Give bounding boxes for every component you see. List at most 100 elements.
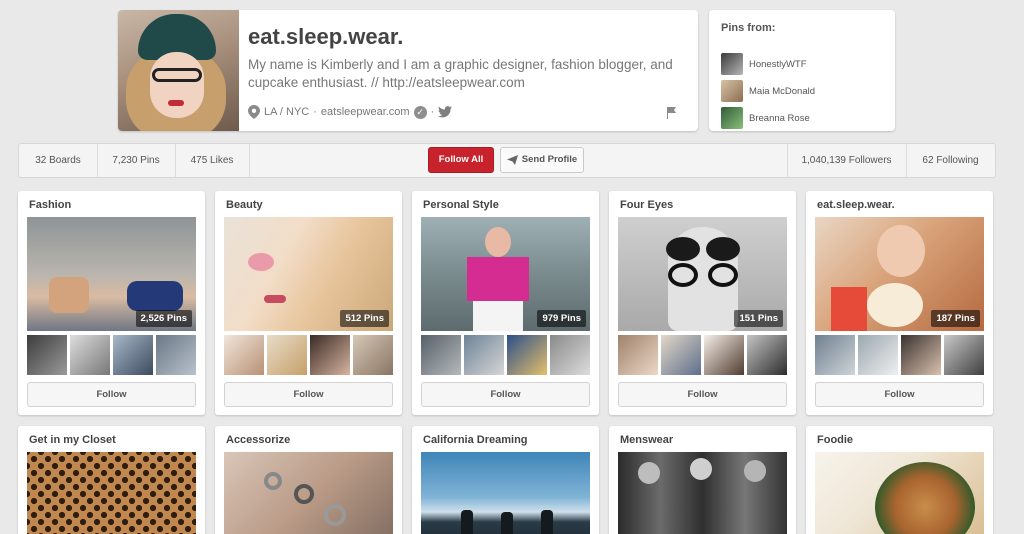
board-card[interactable]: Accessorize: [215, 426, 402, 534]
profile-meta: LA / NYC · eatsleepwear.com ✓ ·: [248, 105, 453, 119]
follow-all-button[interactable]: Follow All: [428, 147, 494, 173]
board-title: Accessorize: [226, 434, 291, 446]
board-cover-image[interactable]: [224, 452, 393, 534]
person-head: [690, 458, 712, 480]
board-title: Foodie: [817, 434, 854, 446]
board-thumbnail: [901, 335, 941, 375]
board-thumbnails: [815, 335, 984, 375]
stat-boards[interactable]: 32 Boards: [19, 144, 97, 177]
board-cover-image[interactable]: 2,526 Pins: [27, 217, 196, 331]
board-card[interactable]: California Dreaming: [412, 426, 599, 534]
board-card[interactable]: eat.sleep.wear. 187 Pins Follow: [806, 191, 993, 415]
meta-separator: ·: [313, 106, 317, 118]
glasses-frame: [668, 263, 698, 287]
board-thumbnails: [618, 335, 787, 375]
board-follow-button[interactable]: Follow: [421, 382, 590, 407]
board-follow-button[interactable]: Follow: [224, 382, 393, 407]
avatar: [721, 107, 743, 129]
person-head: [638, 462, 660, 484]
shoe-shape: [127, 281, 183, 311]
board-card[interactable]: Fashion 2,526 Pins Follow: [18, 191, 205, 415]
board-cover-image[interactable]: [815, 452, 984, 534]
board-title: Personal Style: [423, 199, 499, 211]
stat-followers[interactable]: 1,040,139 Followers: [787, 144, 906, 177]
board-card[interactable]: Menswear: [609, 426, 796, 534]
board-follow-button[interactable]: Follow: [27, 382, 196, 407]
board-thumbnail: [353, 335, 393, 375]
board-pin-count: 512 Pins: [340, 310, 389, 327]
pins-from-item[interactable]: Breanna Rose: [721, 107, 810, 129]
pins-from-name: HonestlyWTF: [749, 58, 807, 70]
board-cover-image[interactable]: [618, 452, 787, 534]
board-thumbnail: [70, 335, 110, 375]
board-thumbnails: [421, 335, 590, 375]
board-thumbnail: [550, 335, 590, 375]
board-thumbnail: [507, 335, 547, 375]
pins-from-item[interactable]: Maia McDonald: [721, 80, 815, 102]
board-cover-image[interactable]: 979 Pins: [421, 217, 590, 331]
surfer-silhouette: [501, 512, 513, 534]
pins-from-name: Maia McDonald: [749, 85, 815, 97]
surfer-silhouette: [461, 510, 473, 534]
profile-avatar[interactable]: [118, 10, 239, 131]
pins-from-item[interactable]: HonestlyWTF: [721, 53, 807, 75]
board-thumbnail: [944, 335, 984, 375]
board-cover-image[interactable]: 151 Pins: [618, 217, 787, 331]
stat-pins[interactable]: 7,230 Pins: [97, 144, 175, 177]
board-card[interactable]: Foodie: [806, 426, 993, 534]
ruffle-shape: [867, 283, 923, 327]
board-title: Four Eyes: [620, 199, 674, 211]
board-pin-count: 151 Pins: [734, 310, 783, 327]
board-title: Get in my Closet: [29, 434, 116, 446]
avatar-lips: [168, 100, 184, 106]
board-title: Menswear: [620, 434, 674, 446]
flip-lens-shape: [666, 237, 700, 261]
board-cover-image[interactable]: 187 Pins: [815, 217, 984, 331]
lips-shape: [264, 295, 286, 303]
twitter-icon[interactable]: [438, 106, 453, 118]
board-cover-image[interactable]: [27, 452, 196, 534]
board-cover-image[interactable]: 512 Pins: [224, 217, 393, 331]
board-thumbnail: [464, 335, 504, 375]
profile-card: eat.sleep.wear. My name is Kimberly and …: [118, 10, 698, 131]
ring-shape: [294, 484, 314, 504]
board-pin-count: 187 Pins: [931, 310, 980, 327]
board-thumbnail: [310, 335, 350, 375]
avatar-glasses: [152, 68, 202, 82]
board-follow-button[interactable]: Follow: [618, 382, 787, 407]
board-title: Beauty: [226, 199, 263, 211]
ring-shape: [324, 504, 346, 526]
divider: [249, 144, 250, 177]
stat-following[interactable]: 62 Following: [906, 144, 995, 177]
flip-lens-shape: [706, 237, 740, 261]
board-thumbnail: [27, 335, 67, 375]
pasta-plate: [875, 462, 975, 534]
pins-from-title: Pins from:: [721, 22, 776, 34]
board-card[interactable]: Four Eyes 151 Pins Follow: [609, 191, 796, 415]
shoe-shape: [49, 277, 89, 313]
profile-name: eat.sleep.wear.: [248, 24, 404, 49]
send-icon: [506, 155, 518, 165]
avatar-face: [150, 52, 204, 118]
board-thumbnail: [661, 335, 701, 375]
avatar: [721, 53, 743, 75]
board-card[interactable]: Get in my Closet: [18, 426, 205, 534]
stat-likes[interactable]: 475 Likes: [175, 144, 249, 177]
pins-from-panel: Pins from: HonestlyWTF Maia McDonald Bre…: [709, 10, 895, 131]
board-title: California Dreaming: [423, 434, 528, 446]
send-profile-button[interactable]: Send Profile: [500, 147, 584, 173]
board-follow-button[interactable]: Follow: [815, 382, 984, 407]
red-garment: [831, 287, 867, 331]
profile-bio: My name is Kimberly and I am a graphic d…: [248, 57, 673, 90]
face-shape: [877, 225, 925, 277]
profile-website-link[interactable]: eatsleepwear.com: [321, 106, 410, 118]
board-thumbnails: [27, 335, 196, 375]
board-cover-image[interactable]: [421, 452, 590, 534]
board-thumbnail: [421, 335, 461, 375]
board-card[interactable]: Beauty 512 Pins Follow: [215, 191, 402, 415]
top-garment: [467, 257, 529, 301]
report-flag-icon[interactable]: [665, 106, 679, 120]
board-thumbnail: [815, 335, 855, 375]
board-card[interactable]: Personal Style 979 Pins Follow: [412, 191, 599, 415]
board-thumbnails: [224, 335, 393, 375]
